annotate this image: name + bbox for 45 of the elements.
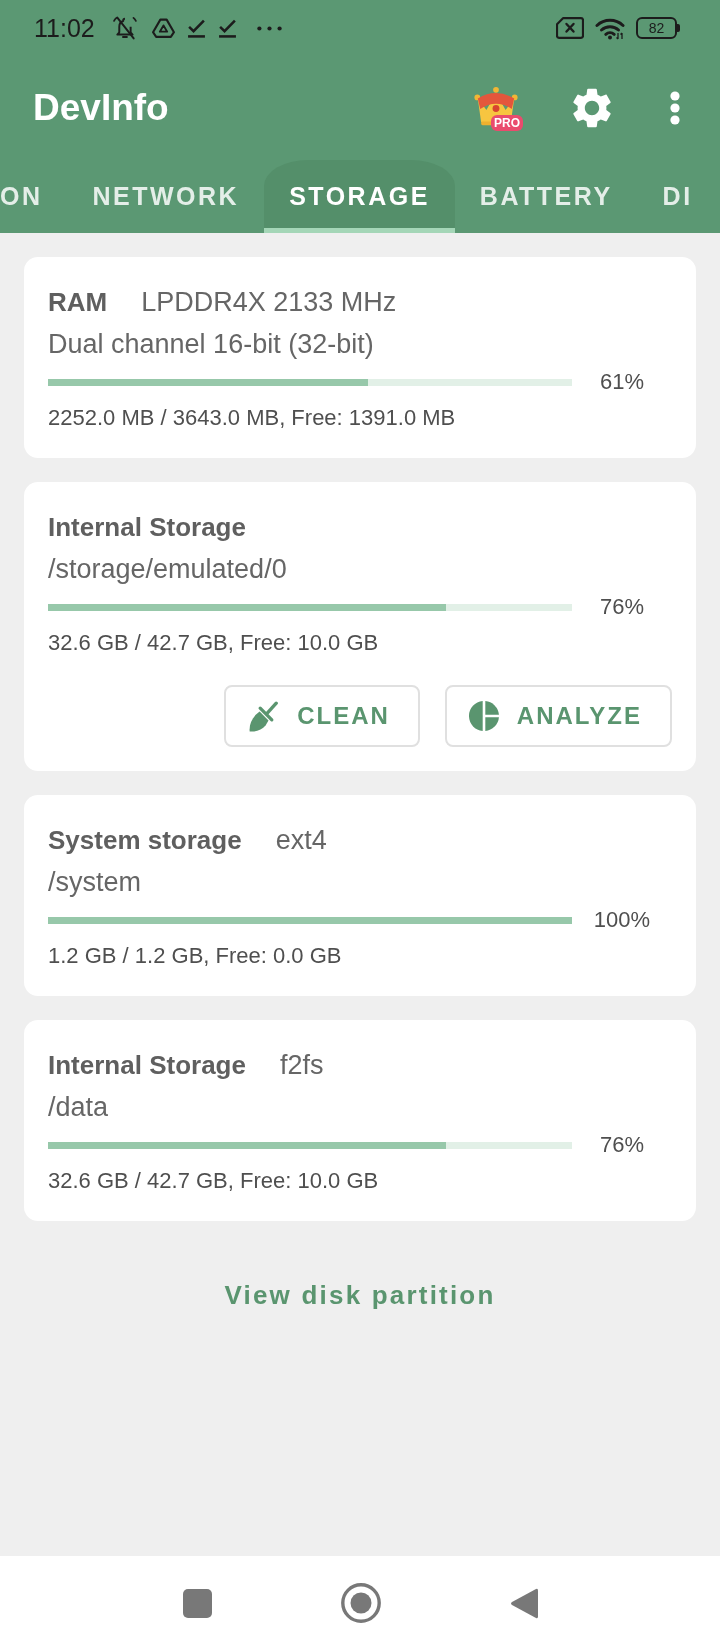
dots-icon <box>256 25 282 31</box>
card-path: Dual channel 16-bit (32-bit) <box>48 328 375 361</box>
usage-details: 1.2 GB / 1.2 GB, Free: 0.0 GB <box>48 942 343 970</box>
usage-details: 32.6 GB / 42.7 GB, Free: 10.0 GB <box>48 1167 380 1195</box>
more-options-icon[interactable] <box>670 91 680 125</box>
card-value: LPDDR4X 2133 MHz <box>141 286 397 319</box>
analyze-button[interactable]: ANALYZE <box>444 685 672 747</box>
card-title: Internal Storage <box>48 1049 246 1082</box>
percent-label: 76% <box>598 1132 645 1158</box>
wifi-icon <box>595 16 625 40</box>
square-icon[interactable] <box>182 1588 212 1618</box>
card-path: /system <box>48 866 142 899</box>
card-title: RAM <box>48 286 108 319</box>
broom-icon <box>248 700 280 732</box>
tab[interactable]: DI <box>637 160 718 233</box>
status-time: 11:02 <box>34 13 95 43</box>
check-icon <box>186 18 206 38</box>
circle-icon[interactable] <box>340 1583 381 1623</box>
pro-badge: PRO <box>491 115 523 131</box>
tab[interactable]: NETWORK <box>67 160 265 233</box>
battery-indicator: 82 <box>636 17 680 39</box>
card-path: /storage/emulated/0 <box>48 553 288 586</box>
check-icon <box>217 18 237 38</box>
tab[interactable]: STORAGE <box>264 160 455 233</box>
app-title: DevInfo <box>33 87 169 129</box>
clean-button[interactable]: CLEAN <box>224 685 420 747</box>
usage-details: 2252.0 MB / 3643.0 MB, Free: 1391.0 MB <box>48 404 457 432</box>
bell-off-icon <box>110 16 140 40</box>
sim-card-x-icon <box>556 17 584 39</box>
percent-label: 61% <box>598 369 645 395</box>
tab[interactable]: BATTERY <box>454 160 638 233</box>
card-value: ext4 <box>275 824 327 857</box>
card-title: Internal Storage <box>48 511 246 544</box>
card-path: /data <box>48 1091 110 1124</box>
percent-label: 76% <box>598 594 645 620</box>
tab[interactable]: ON <box>0 160 68 233</box>
card-title: System storage <box>48 824 242 857</box>
percent-label: 100% <box>592 907 652 933</box>
usage-details: 32.6 GB / 42.7 GB, Free: 10.0 GB <box>48 629 380 657</box>
pie-chart-icon <box>468 701 499 731</box>
view-partition-link[interactable]: View disk partition <box>224 1275 496 1315</box>
card-value: f2fs <box>279 1049 324 1082</box>
triangle-icon <box>151 18 175 38</box>
back-icon[interactable] <box>509 1586 538 1620</box>
settings-icon[interactable] <box>573 88 611 128</box>
